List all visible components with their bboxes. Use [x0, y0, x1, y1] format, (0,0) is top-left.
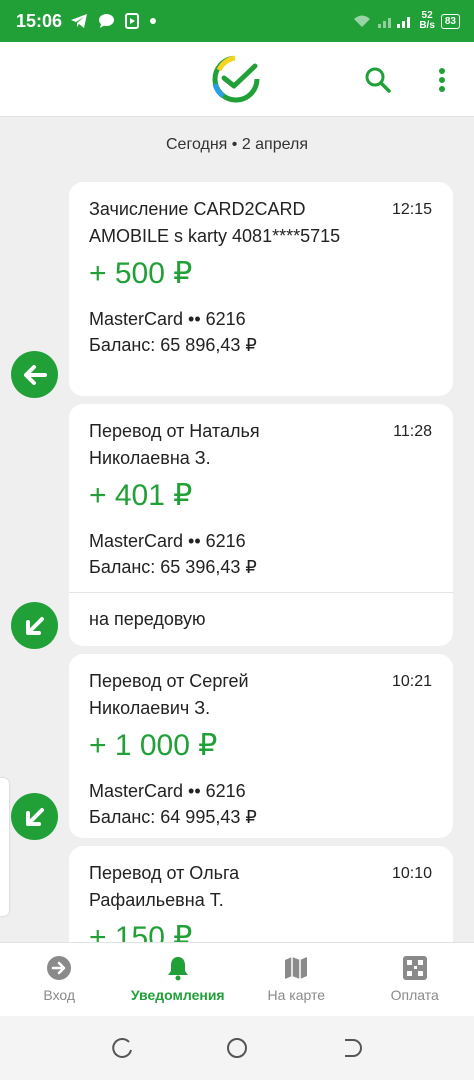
transaction-amount: + 401 ₽ [89, 479, 193, 512]
transaction-amount: + 1 000 ₽ [89, 729, 218, 762]
transaction-card[interactable]: Перевод от Сергей Николаевич З. 10:21 + … [69, 654, 453, 838]
transaction-title: Зачисление CARD2CARD AMOBILE s karty 408… [89, 199, 341, 246]
transaction-card-number: MasterCard •• 6216 [89, 309, 246, 329]
wifi-icon [354, 15, 371, 27]
nav-label: Вход [43, 987, 76, 1003]
nav-label: Оплата [390, 987, 439, 1003]
transaction-card-number: MasterCard •• 6216 [89, 781, 246, 801]
transaction-card[interactable]: Перевод от Наталья Николаевна З. 11:28 +… [69, 404, 453, 646]
transaction-balance: Баланс: 65 896,43 ₽ [89, 335, 257, 355]
arrow-left-icon [23, 364, 47, 385]
telegram-icon [71, 14, 88, 28]
transaction-time: 10:21 [391, 673, 432, 690]
search-icon[interactable] [364, 66, 392, 94]
map-icon [285, 957, 308, 979]
transaction-title: Перевод от Ольга Рафаильевна Т. [89, 863, 240, 910]
net-speed-unit: B/s [419, 20, 435, 31]
incoming-transfer-button[interactable] [11, 351, 58, 398]
media-icon [125, 13, 140, 29]
date-header: Сегодня • 2 апреля [166, 136, 308, 153]
transaction-time: 12:15 [391, 201, 432, 218]
bell-icon [167, 957, 188, 981]
qr-code-icon [402, 956, 427, 980]
incoming-transfer-button[interactable] [11, 602, 58, 649]
bottom-navigation: Вход Уведомления На карте Оплата [0, 942, 474, 1017]
nav-payment[interactable]: Оплата [356, 943, 474, 1017]
incoming-transfer-button[interactable] [11, 793, 58, 840]
chat-icon [99, 14, 115, 28]
transaction-card[interactable]: Зачисление CARD2CARD AMOBILE s karty 408… [69, 182, 453, 396]
arrow-down-left-icon [25, 616, 44, 635]
home-icon[interactable] [225, 1036, 249, 1060]
nav-label: Уведомления [130, 987, 225, 1003]
nav-login[interactable]: Вход [0, 943, 119, 1017]
battery-level: 83 [444, 15, 456, 27]
status-bar: 15:06 52 B/s 83 [0, 0, 474, 42]
login-icon [47, 956, 72, 980]
sberbank-logo [212, 55, 260, 103]
edge-panel-handle[interactable] [0, 778, 9, 916]
arrow-down-left-icon [25, 807, 44, 826]
app-header [0, 42, 474, 117]
transaction-time: 10:10 [391, 865, 432, 882]
transaction-amount: + 500 ₽ [89, 257, 193, 290]
signal-icon [378, 17, 411, 28]
recent-apps-icon[interactable] [111, 1036, 135, 1060]
nav-notifications[interactable]: Уведомления [119, 943, 238, 1017]
transaction-message: на передовую [69, 592, 453, 646]
dot-icon [150, 18, 157, 24]
nav-map[interactable]: На карте [237, 943, 356, 1017]
battery-icon: 83 [440, 13, 460, 29]
transaction-title: Перевод от Сергей Николаевич З. [89, 671, 249, 718]
transaction-balance: Баланс: 64 995,43 ₽ [89, 807, 257, 827]
system-navigation-bar [0, 1016, 474, 1080]
back-icon[interactable] [339, 1036, 363, 1060]
transaction-time: 11:28 [393, 423, 432, 440]
transaction-card-number: MasterCard •• 6216 [89, 531, 246, 551]
status-time: 15:06 [16, 10, 63, 31]
more-vert-icon[interactable] [432, 66, 452, 94]
nav-label: На карте [267, 987, 326, 1003]
transaction-title: Перевод от Наталья Николаевна З. [89, 421, 260, 468]
transaction-balance: Баланс: 65 396,43 ₽ [89, 557, 257, 577]
